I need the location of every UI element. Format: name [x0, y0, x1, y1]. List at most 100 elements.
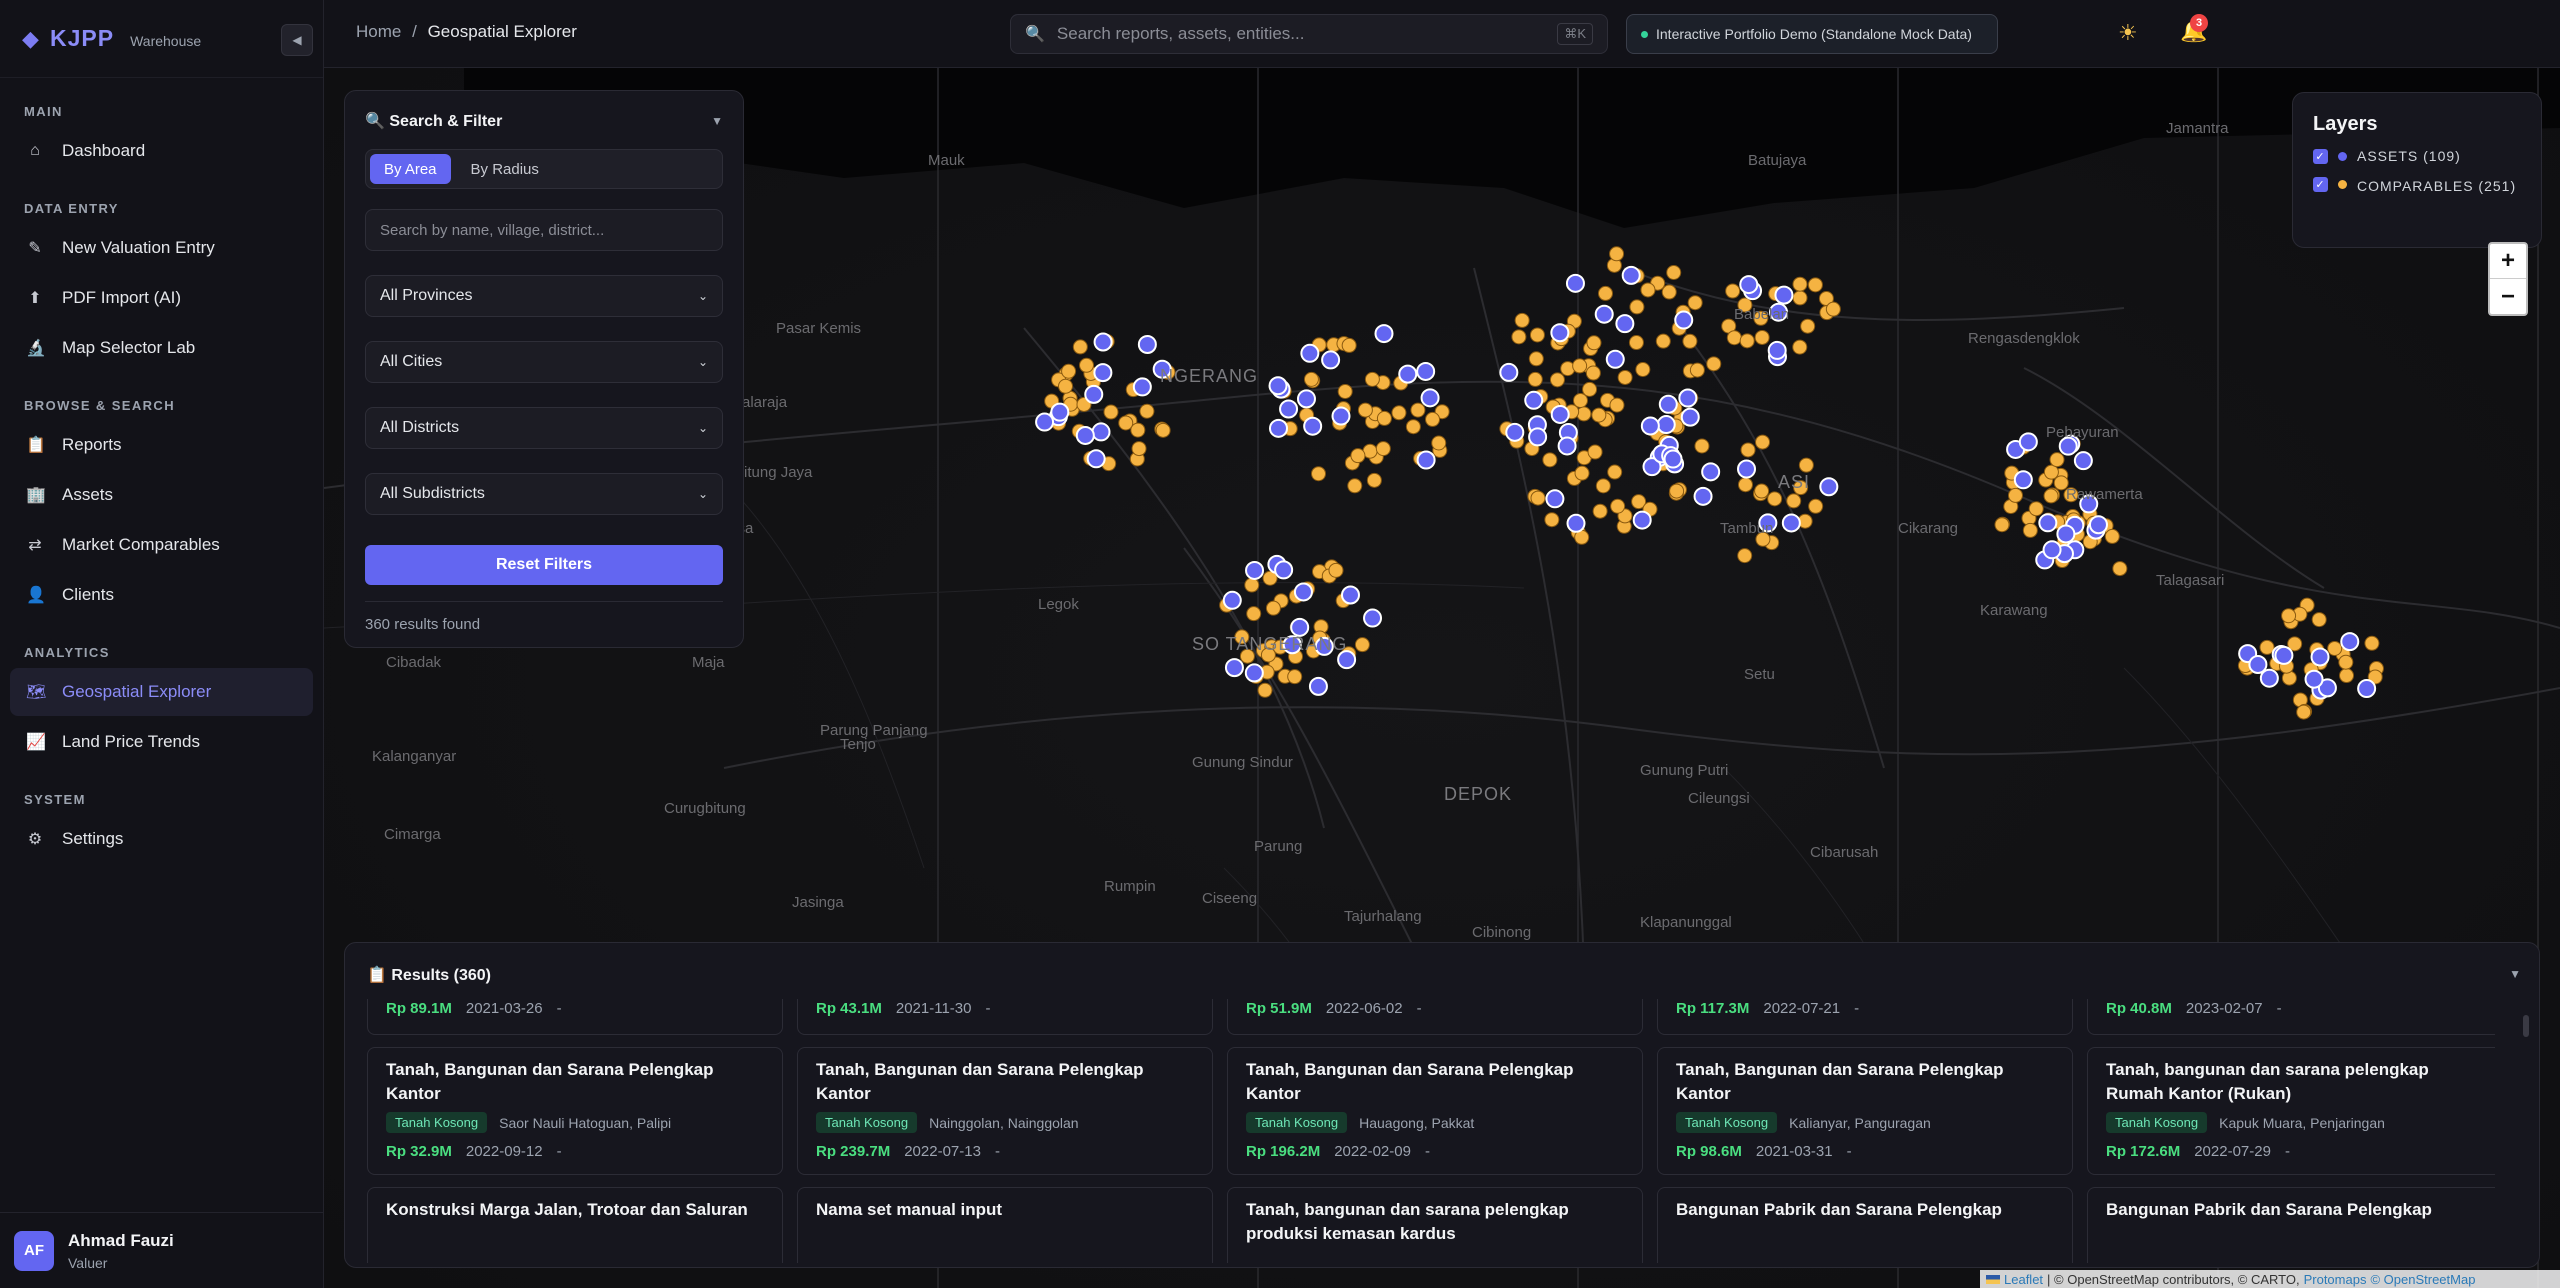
comparable-marker[interactable]: [1341, 337, 1357, 353]
asset-marker[interactable]: [2042, 540, 2062, 560]
asset-marker[interactable]: [1663, 449, 1683, 469]
comparable-marker[interactable]: [2043, 488, 2059, 504]
comparable-marker[interactable]: [1737, 548, 1753, 564]
sidebar-item-assets[interactable]: 🏢 Assets: [10, 471, 313, 519]
checkbox-checked-icon[interactable]: ✓: [2313, 177, 2328, 192]
comparable-marker[interactable]: [1609, 397, 1625, 413]
comparable-marker[interactable]: [2338, 654, 2354, 670]
comparable-marker[interactable]: [1994, 517, 2010, 533]
sidebar-item-reports[interactable]: 📋 Reports: [10, 421, 313, 469]
comparable-marker[interactable]: [1586, 335, 1602, 351]
comparable-marker[interactable]: [2028, 501, 2044, 517]
global-search-input[interactable]: [1056, 24, 1546, 44]
asset-marker[interactable]: [1632, 510, 1652, 530]
asset-marker[interactable]: [1244, 663, 1264, 683]
checkbox-checked-icon[interactable]: ✓: [2313, 149, 2328, 164]
layer-comparables[interactable]: ✓ COMPARABLES (251): [2313, 176, 2521, 196]
asset-marker[interactable]: [2304, 669, 2324, 689]
asset-marker[interactable]: [1137, 334, 1157, 354]
comparable-marker[interactable]: [1767, 491, 1783, 507]
comparable-marker[interactable]: [2022, 522, 2038, 538]
comparable-marker[interactable]: [1155, 422, 1171, 438]
comparable-marker[interactable]: [1689, 362, 1705, 378]
asset-marker[interactable]: [1340, 585, 1360, 605]
comparable-marker[interactable]: [1825, 301, 1841, 317]
filter-search-input[interactable]: [365, 209, 723, 251]
result-card[interactable]: Tanah, Bangunan dan Sarana Pelengkap Kan…: [1657, 1047, 2073, 1175]
asset-marker[interactable]: [1550, 404, 1570, 424]
asset-marker[interactable]: [1594, 304, 1614, 324]
comparable-marker[interactable]: [1572, 358, 1588, 374]
comparable-marker[interactable]: [1585, 365, 1601, 381]
comparable-marker[interactable]: [1072, 339, 1088, 355]
sidebar-item-geospatial-explorer[interactable]: 🗺 Geospatial Explorer: [10, 668, 313, 716]
asset-marker[interactable]: [1050, 402, 1070, 422]
protomaps-link[interactable]: Protomaps: [2304, 1272, 2367, 1287]
breadcrumb-home[interactable]: Home: [356, 22, 401, 41]
comparable-marker[interactable]: [1311, 466, 1327, 482]
comparable-marker[interactable]: [1694, 438, 1710, 454]
asset-marker[interactable]: [1693, 486, 1713, 506]
asset-marker[interactable]: [1640, 416, 1660, 436]
comparable-marker[interactable]: [1628, 335, 1644, 351]
result-card[interactable]: Konstruksi Marga Jalan, Trotoar dan Salu…: [367, 1187, 783, 1263]
comparable-marker[interactable]: [1103, 404, 1119, 420]
asset-marker[interactable]: [2056, 524, 2076, 544]
comparable-marker[interactable]: [1246, 606, 1262, 622]
city-select[interactable]: All Cities ⌄: [365, 341, 723, 383]
comparable-marker[interactable]: [1328, 562, 1344, 578]
asset-marker[interactable]: [1416, 361, 1436, 381]
comparable-marker[interactable]: [1244, 577, 1260, 593]
comparable-marker[interactable]: [1576, 406, 1592, 422]
comparable-marker[interactable]: [1376, 410, 1392, 426]
asset-marker[interactable]: [1245, 560, 1265, 580]
comparable-marker[interactable]: [1139, 403, 1155, 419]
comparable-marker[interactable]: [1666, 264, 1682, 280]
sidebar-item-map-selector-lab[interactable]: 🔬 Map Selector Lab: [10, 324, 313, 372]
asset-marker[interactable]: [1293, 582, 1313, 602]
asset-marker[interactable]: [2073, 451, 2093, 471]
asset-marker[interactable]: [1416, 450, 1436, 470]
brand[interactable]: ◆ KJPP Warehouse: [0, 0, 323, 78]
result-card[interactable]: Tanah, bangunan dan sarana pelengkap pro…: [1227, 1187, 1643, 1263]
asset-marker[interactable]: [1279, 399, 1299, 419]
asset-marker[interactable]: [1300, 343, 1320, 363]
asset-marker[interactable]: [1737, 459, 1757, 479]
asset-marker[interactable]: [1222, 590, 1242, 610]
asset-marker[interactable]: [1296, 389, 1316, 409]
comparable-marker[interactable]: [1592, 503, 1608, 519]
collapse-filter-icon[interactable]: ▼: [711, 114, 723, 128]
comparable-marker[interactable]: [1786, 493, 1802, 509]
comparable-marker[interactable]: [2104, 528, 2120, 544]
comparable-marker[interactable]: [2296, 704, 2312, 720]
comparable-marker[interactable]: [1357, 402, 1373, 418]
comparable-marker[interactable]: [1257, 682, 1273, 698]
asset-marker[interactable]: [1499, 362, 1519, 382]
comparable-marker[interactable]: [1800, 318, 1816, 334]
collapse-sidebar-button[interactable]: ◀: [281, 24, 313, 56]
comparable-marker[interactable]: [1375, 441, 1391, 457]
sidebar-item-clients[interactable]: 👤 Clients: [10, 571, 313, 619]
asset-marker[interactable]: [1528, 427, 1548, 447]
comparable-marker[interactable]: [1425, 411, 1441, 427]
asset-marker[interactable]: [1086, 449, 1106, 469]
comparable-marker[interactable]: [1726, 330, 1742, 346]
comparable-marker[interactable]: [1754, 483, 1770, 499]
comparable-marker[interactable]: [1755, 434, 1771, 450]
zoom-out-button[interactable]: −: [2490, 279, 2526, 314]
subdistrict-select[interactable]: All Subdistricts ⌄: [365, 473, 723, 515]
sidebar-item-dashboard[interactable]: ⌂ Dashboard: [10, 127, 313, 175]
comparable-marker[interactable]: [1669, 483, 1685, 499]
result-card[interactable]: Rp 89.1M 2021-03-26-: [367, 999, 783, 1035]
comparable-marker[interactable]: [1792, 339, 1808, 355]
comparable-marker[interactable]: [1529, 327, 1545, 343]
comparable-marker[interactable]: [1792, 276, 1808, 292]
comparable-marker[interactable]: [1549, 372, 1565, 388]
tab-by-area[interactable]: By Area: [370, 154, 451, 184]
comparable-marker[interactable]: [1587, 444, 1603, 460]
asset-marker[interactable]: [1819, 477, 1839, 497]
comparable-marker[interactable]: [1131, 441, 1147, 457]
asset-marker[interactable]: [1781, 513, 1801, 533]
asset-marker[interactable]: [1363, 608, 1383, 628]
asset-marker[interactable]: [1557, 436, 1577, 456]
